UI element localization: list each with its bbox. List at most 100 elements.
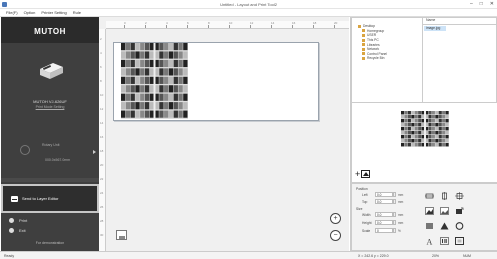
align-vertical-icon[interactable] xyxy=(439,191,449,200)
add-image-button[interactable]: + xyxy=(355,169,371,179)
send-to-layer-editor-button[interactable]: Send to Layer Editor xyxy=(1,184,99,213)
right-panel: Desktop Homegroup USER This PC Libraries Netw… xyxy=(350,17,497,251)
title-bar: Untitled - Layout and Print Tool2 – □ ✕ xyxy=(0,0,497,9)
folder-icon xyxy=(362,47,365,51)
folder-icon xyxy=(362,33,365,37)
height-field[interactable]: 0.0 xyxy=(375,220,393,225)
zoom-in-button[interactable]: + xyxy=(330,213,341,224)
close-button[interactable]: ✕ xyxy=(490,1,494,7)
rotary-icon xyxy=(20,145,30,155)
scale-field[interactable]: 0 xyxy=(375,228,393,233)
file-list-header[interactable]: Name xyxy=(423,18,497,25)
tree-item[interactable]: Recycle Bin xyxy=(358,56,422,61)
window-title: Untitled - Layout and Print Tool2 xyxy=(220,2,277,7)
ruler-left-label: 6 xyxy=(100,65,102,69)
ruler-left-label: 28 xyxy=(100,219,104,223)
print-mode-link[interactable]: Print Mode Setting xyxy=(1,105,99,109)
align-horizontal-icon[interactable] xyxy=(424,191,434,200)
layer-editor-icon xyxy=(11,195,18,202)
top-field[interactable]: 0.0 xyxy=(375,199,393,204)
ruler-left-label: 22 xyxy=(100,177,104,181)
print-icon xyxy=(9,218,14,223)
brand-logo: MUTOH xyxy=(34,27,66,36)
ruler-left-label: 14 xyxy=(100,121,104,125)
print-item[interactable]: Print xyxy=(9,218,27,223)
image-icon xyxy=(361,170,371,178)
ruler-left-label: 10 xyxy=(100,93,104,97)
menu-printer-setting[interactable]: Printer Setting xyxy=(41,10,66,15)
ruler-tick xyxy=(250,25,251,28)
exit-item[interactable]: Exit xyxy=(9,228,26,233)
tree-item-label: Network xyxy=(367,47,380,52)
image-fit-icon[interactable] xyxy=(439,206,449,215)
printer-icon xyxy=(40,63,63,79)
maximize-button[interactable]: □ xyxy=(480,1,483,7)
menu-rule[interactable]: Rule xyxy=(73,10,81,15)
save-icon[interactable] xyxy=(116,230,127,240)
image-tool-icon[interactable] xyxy=(424,206,434,215)
folder-icon xyxy=(362,56,365,60)
preview-thumbnail xyxy=(401,111,449,147)
tree-item-label: Desktop xyxy=(363,24,376,29)
status-bar: Ready X = 242.6 y = 229.0 20% NUM xyxy=(0,251,497,259)
left-spinner[interactable] xyxy=(393,192,396,197)
width-field[interactable]: 0.0 xyxy=(375,212,393,217)
ruler-left-label: 30 xyxy=(100,233,104,237)
tree-item-label: Homegroup xyxy=(367,28,385,33)
height-spinner[interactable] xyxy=(393,220,396,225)
scale-spinner[interactable] xyxy=(393,228,396,233)
text-tool-icon[interactable]: A xyxy=(424,236,434,245)
placed-image[interactable] xyxy=(121,43,188,119)
top-spinner[interactable] xyxy=(393,199,396,204)
menu-option[interactable]: Option xyxy=(24,10,36,15)
triangle-icon[interactable] xyxy=(439,221,449,230)
folder-icon xyxy=(358,24,361,28)
center-icon[interactable] xyxy=(454,191,464,200)
ruler-left-label: 12 xyxy=(100,107,104,111)
num-lock-indicator: NUM xyxy=(463,254,471,258)
tree-item-label: USER xyxy=(367,33,377,38)
ruler-tick xyxy=(292,25,293,28)
folder-tree[interactable]: Desktop Homegroup USER This PC Libraries Netw… xyxy=(351,17,423,103)
canvas-area[interactable]: 0 2 4 6 8 10 12 14 16 18 20 2 4 6 8 10 12 14 16 18 20 22 24 26… xyxy=(99,17,349,251)
image-rotate-icon[interactable] xyxy=(454,206,464,215)
tree-item-label: Control Panel xyxy=(367,51,387,56)
minimize-button[interactable]: – xyxy=(470,1,473,7)
menu-file[interactable]: File(F) xyxy=(6,10,18,15)
scale-label: Scale xyxy=(362,229,371,233)
image-preview: + xyxy=(351,103,497,183)
file-list-item[interactable]: image.jpg xyxy=(424,26,446,31)
rotary-label: Rotary Unit xyxy=(42,143,60,147)
width-spinner[interactable] xyxy=(393,212,396,217)
frame-icon[interactable] xyxy=(454,236,464,245)
barcode-icon[interactable] xyxy=(439,236,449,245)
expand-arrow-icon[interactable] xyxy=(93,150,96,154)
zoom-out-button[interactable]: − xyxy=(330,230,341,241)
file-list[interactable]: Name image.jpg xyxy=(423,17,497,103)
panel-divider xyxy=(1,178,99,182)
print-label: Print xyxy=(19,218,28,223)
size-label: Size xyxy=(356,207,363,211)
scale-unit: % xyxy=(398,229,401,233)
properties-panel: Position Left 0.0 mm Top 0.0 mm Size Wid… xyxy=(351,183,497,251)
ruler-left-label: 24 xyxy=(100,191,104,195)
ruler-tick xyxy=(166,25,167,28)
width-unit: mm xyxy=(398,213,404,217)
circle-icon[interactable] xyxy=(454,221,464,230)
folder-icon xyxy=(362,29,365,33)
tree-item-label: Libraries xyxy=(367,42,380,47)
ruler-left-label: 26 xyxy=(100,205,104,209)
ruler-tick xyxy=(187,25,188,28)
ruler-tick xyxy=(229,25,230,28)
fill-icon[interactable] xyxy=(424,221,434,230)
top-label: Top xyxy=(362,200,368,204)
tree-item-label: This PC xyxy=(367,38,379,43)
ruler-tick xyxy=(208,25,209,28)
top-unit: mm xyxy=(398,200,404,204)
ruler-left-label: 20 xyxy=(100,163,104,167)
left-panel: MUTOH MUTOH VJ-626UF Print Mode Setting … xyxy=(1,17,99,251)
ruler-tick xyxy=(271,25,272,28)
exit-icon xyxy=(9,228,14,233)
window-controls: – □ ✕ xyxy=(470,1,494,7)
left-field[interactable]: 0.0 xyxy=(375,192,393,197)
